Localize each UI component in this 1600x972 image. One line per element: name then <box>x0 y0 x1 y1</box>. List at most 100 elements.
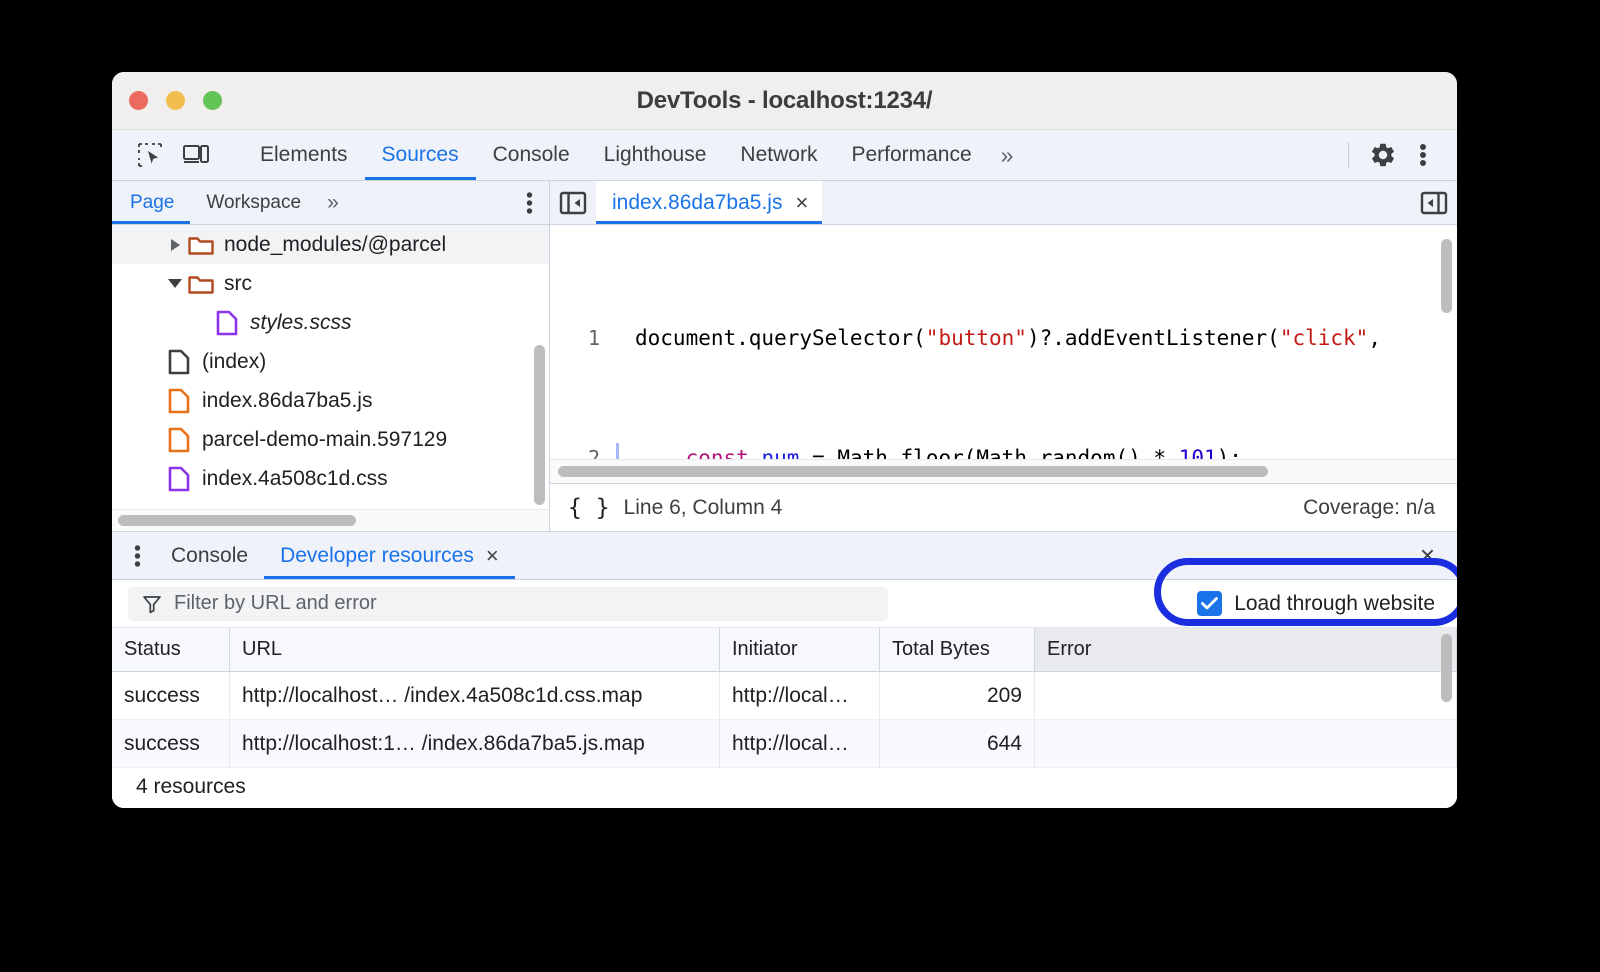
editor-file-tab[interactable]: index.86da7ba5.js × <box>596 181 822 224</box>
devtools-drawer: Console Developer resources × × Filter b… <box>112 531 1457 808</box>
close-icon[interactable]: × <box>795 192 808 214</box>
cell-error <box>1035 672 1457 719</box>
cell-total-bytes: 644 <box>880 720 1035 767</box>
developer-resources-table: Status URL Initiator Total Bytes Error s… <box>112 628 1457 764</box>
cell-initiator: http://local… <box>720 672 880 719</box>
editor-vertical-scrollbar[interactable] <box>1441 239 1452 313</box>
tab-lighthouse[interactable]: Lighthouse <box>587 130 724 180</box>
editor-file-tab-label: index.86da7ba5.js <box>612 191 782 215</box>
file-js-icon <box>164 388 194 414</box>
developer-resources-toolbar: Filter by URL and error Load through web… <box>112 580 1457 628</box>
coverage-status: Coverage: n/a <box>1303 496 1435 520</box>
filter-placeholder: Filter by URL and error <box>174 592 377 615</box>
column-header-initiator[interactable]: Initiator <box>720 628 880 671</box>
window-titlebar: DevTools - localhost:1234/ <box>112 72 1457 130</box>
tree-item-label: node_modules/@parcel <box>216 233 446 257</box>
folder-icon <box>186 234 216 256</box>
scrollbar-thumb[interactable] <box>118 515 356 526</box>
cell-status: success <box>112 672 230 719</box>
tree-item-index-js[interactable]: index.86da7ba5.js <box>112 381 549 420</box>
code-line-text: document.querySelector("button")?.addEve… <box>619 323 1381 353</box>
editor-pane: index.86da7ba5.js × <box>550 181 1457 531</box>
settings-button[interactable] <box>1363 135 1403 175</box>
tree-item-index[interactable]: (index) <box>112 342 549 381</box>
drawer-tab-label: Developer resources <box>280 544 474 568</box>
nav-more-tabs-chevron-icon[interactable]: » <box>317 181 349 224</box>
drawer-tab-spacer <box>515 532 1398 579</box>
drawer-more-options-button[interactable] <box>112 532 155 579</box>
kebab-menu-icon <box>526 191 533 215</box>
expand-arrow-expanded-icon[interactable] <box>164 279 186 288</box>
tab-sources[interactable]: Sources <box>365 130 476 180</box>
tree-item-node-modules[interactable]: node_modules/@parcel <box>112 225 549 264</box>
tree-item-parcel-demo-main[interactable]: parcel-demo-main.597129 <box>112 420 549 459</box>
sources-panel: Page Workspace » <box>112 181 1457 531</box>
expand-arrow-collapsed-icon[interactable] <box>164 239 186 251</box>
code-editor[interactable]: 1 document.querySelector("button")?.addE… <box>550 225 1457 459</box>
file-tree: node_modules/@parcel src styles.scs <box>112 225 549 509</box>
tree-item-label: styles.scss <box>242 311 352 335</box>
cell-error <box>1035 720 1457 767</box>
editor-status-bar: { } Line 6, Column 4 Coverage: n/a <box>550 483 1457 531</box>
tree-item-index-css[interactable]: index.4a508c1d.css <box>112 459 549 498</box>
file-scss-icon <box>212 310 242 336</box>
tab-elements[interactable]: Elements <box>243 130 365 180</box>
tree-item-label: (index) <box>194 350 266 374</box>
close-drawer-button[interactable]: × <box>1398 532 1457 579</box>
code-line-text: const num = Math.floor(Math.random() * 1… <box>619 443 1242 459</box>
table-row[interactable]: success http://localhost… /index.4a508c1… <box>112 672 1457 720</box>
drawer-tab-developer-resources[interactable]: Developer resources × <box>264 532 515 579</box>
load-through-website-checkbox[interactable] <box>1197 591 1222 616</box>
drawer-tab-label: Console <box>171 544 248 568</box>
navigator-vertical-scrollbar[interactable] <box>534 345 545 505</box>
more-options-button[interactable] <box>1403 135 1443 175</box>
code-line: 2 const num = Math.floor(Math.random() *… <box>550 443 1457 459</box>
file-doc-icon <box>164 349 194 375</box>
close-icon[interactable]: × <box>486 545 499 567</box>
pretty-print-button[interactable]: { } <box>568 495 610 521</box>
column-header-total-bytes[interactable]: Total Bytes <box>880 628 1035 671</box>
navigator-horizontal-scrollbar[interactable] <box>112 509 549 531</box>
cell-initiator: http://local… <box>720 720 880 767</box>
table-header-row: Status URL Initiator Total Bytes Error <box>112 628 1457 672</box>
drawer-tabbar: Console Developer resources × × <box>112 532 1457 580</box>
column-header-error[interactable]: Error <box>1035 628 1457 671</box>
more-tabs-chevron-icon[interactable]: » <box>989 130 1026 180</box>
navigator-more-options-button[interactable] <box>518 181 549 224</box>
tab-network[interactable]: Network <box>723 130 834 180</box>
nav-tab-workspace[interactable]: Workspace <box>190 181 317 224</box>
folder-icon <box>186 273 216 295</box>
show-navigator-icon <box>559 190 587 216</box>
tree-item-styles-scss[interactable]: styles.scss <box>112 303 549 342</box>
panel-tab-list: Elements Sources Console Lighthouse Netw… <box>243 130 1342 180</box>
drawer-tab-console[interactable]: Console <box>155 532 264 579</box>
column-header-status[interactable]: Status <box>112 628 230 671</box>
device-toolbar-button[interactable] <box>176 135 216 175</box>
tab-performance[interactable]: Performance <box>834 130 988 180</box>
tree-item-label: src <box>216 272 252 296</box>
line-number: 1 <box>550 323 616 353</box>
resources-count-status: 4 resources <box>112 764 1457 808</box>
nav-tab-spacer <box>349 181 518 224</box>
navigator-tabbar: Page Workspace » <box>112 181 549 225</box>
inspect-element-button[interactable] <box>130 135 170 175</box>
show-debugger-button[interactable] <box>1411 181 1457 224</box>
nav-tab-page[interactable]: Page <box>112 181 190 224</box>
tab-console[interactable]: Console <box>476 130 587 180</box>
editor-tab-spacer <box>822 181 1411 224</box>
editor-tabbar: index.86da7ba5.js × <box>550 181 1457 225</box>
editor-horizontal-scrollbar[interactable] <box>550 459 1457 483</box>
file-css-icon <box>164 466 194 492</box>
toolbar-left-icons <box>112 130 243 180</box>
column-header-url[interactable]: URL <box>230 628 720 671</box>
filter-input[interactable]: Filter by URL and error <box>128 587 888 621</box>
show-navigator-button[interactable] <box>550 181 596 224</box>
scrollbar-thumb[interactable] <box>558 466 1268 477</box>
tree-item-src[interactable]: src <box>112 264 549 303</box>
load-through-website-control[interactable]: Load through website <box>1197 591 1457 616</box>
devtools-body: Page Workspace » <box>112 181 1457 808</box>
table-row[interactable]: success http://localhost:1… /index.86da7… <box>112 720 1457 768</box>
tree-item-label: index.4a508c1d.css <box>194 467 388 491</box>
cursor-position: Line 6, Column 4 <box>624 496 783 520</box>
table-vertical-scrollbar[interactable] <box>1441 634 1452 702</box>
